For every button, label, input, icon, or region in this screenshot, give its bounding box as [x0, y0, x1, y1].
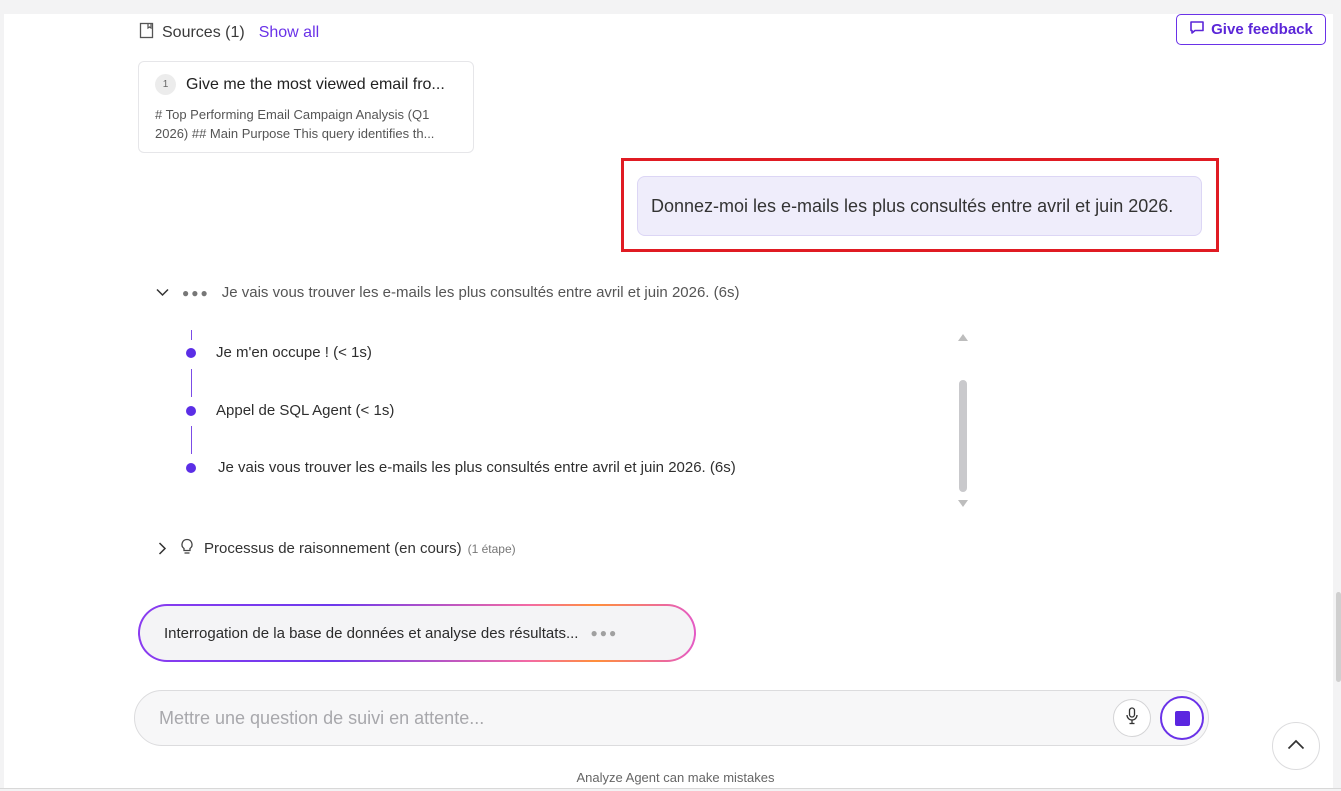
followup-input-container [134, 690, 1209, 746]
timeline-dot [186, 406, 196, 416]
chevron-right-icon[interactable] [154, 541, 170, 557]
chevron-up-icon [1287, 737, 1305, 755]
microphone-button[interactable] [1113, 699, 1151, 737]
sources-label: Sources (1) [162, 24, 245, 41]
chevron-down-icon[interactable] [154, 285, 170, 301]
steps-scrollbar-thumb[interactable] [959, 380, 967, 492]
stop-icon [1174, 710, 1190, 726]
status-pill: Interrogation de la base de données et a… [138, 604, 696, 662]
source-title: Give me the most viewed email fro... [186, 75, 445, 93]
user-message-bubble: Donnez-moi les e-mails les plus consulté… [637, 176, 1202, 236]
source-number-badge: 1 [155, 74, 176, 95]
lightbulb-icon [180, 538, 194, 559]
document-icon [139, 22, 154, 44]
user-message-text: Donnez-moi les e-mails les plus consulté… [651, 195, 1174, 216]
microphone-icon [1125, 706, 1139, 730]
loading-dots-icon: ●●● [590, 626, 619, 640]
reasoning-toggle[interactable]: Processus de raisonnement (en cours) (1 … [154, 538, 516, 559]
steps-header-text: Je vais vous trouver les e-mails les plu… [221, 284, 740, 301]
step-item: Appel de SQL Agent (< 1s) [216, 402, 395, 419]
give-feedback-button[interactable]: Give feedback [1176, 14, 1326, 45]
step-item: Je vais vous trouver les e-mails les plu… [218, 459, 736, 476]
stop-button[interactable] [1160, 696, 1204, 740]
scroll-to-top-button[interactable] [1272, 722, 1320, 770]
sources-header: Sources (1) Show all [139, 22, 319, 44]
reasoning-label: Processus de raisonnement (en cours) [204, 540, 462, 557]
source-card[interactable]: 1 Give me the most viewed email fro... #… [138, 61, 474, 153]
disclaimer-text: Analyze Agent can make mistakes [576, 770, 775, 785]
timeline-dot [186, 348, 196, 358]
page-scrollbar-thumb[interactable] [1336, 592, 1341, 682]
reasoning-step-count: (1 étape) [467, 541, 516, 556]
chat-bubble-icon [1189, 20, 1205, 39]
timeline-line [191, 330, 192, 340]
bottom-divider [0, 788, 1341, 789]
source-description: # Top Performing Email Campaign Analysis… [155, 107, 435, 141]
show-all-link[interactable]: Show all [259, 24, 319, 42]
timeline-line [191, 426, 192, 454]
status-pill-text: Interrogation de la base de données et a… [164, 624, 579, 642]
scroll-up-arrow[interactable] [958, 334, 968, 341]
give-feedback-label: Give feedback [1211, 21, 1313, 38]
timeline-line [191, 369, 192, 397]
steps-header[interactable]: ●●● Je vais vous trouver les e-mails les… [154, 284, 739, 301]
followup-input[interactable] [159, 691, 1089, 745]
step-item: Je m'en occupe ! (< 1s) [216, 344, 372, 361]
loading-dots-icon: ●●● [182, 285, 210, 300]
timeline-dot [186, 463, 196, 473]
disclaimer: Analyze Agent can make mistakes [0, 770, 1341, 785]
scroll-down-arrow[interactable] [958, 500, 968, 507]
